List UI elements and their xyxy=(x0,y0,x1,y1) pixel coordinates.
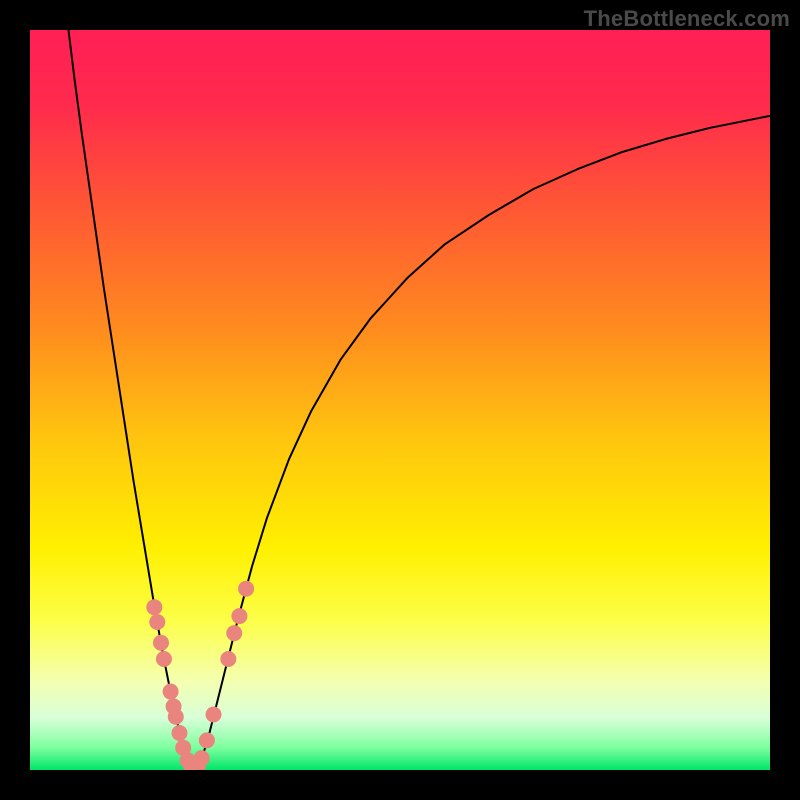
marker-point xyxy=(168,709,184,725)
marker-point xyxy=(194,750,210,766)
marker-point xyxy=(156,651,172,667)
plot-area xyxy=(30,30,770,770)
marker-point xyxy=(146,599,162,615)
watermark-text: TheBottleneck.com xyxy=(584,6,790,32)
chart-svg xyxy=(30,30,770,770)
marker-point xyxy=(149,614,165,630)
marker-point xyxy=(153,635,169,651)
marker-point xyxy=(226,625,242,641)
marker-point xyxy=(238,581,254,597)
marker-point xyxy=(220,651,236,667)
marker-point xyxy=(199,732,215,748)
chart-frame: TheBottleneck.com xyxy=(0,0,800,800)
marker-point xyxy=(163,684,179,700)
marker-point xyxy=(171,725,187,741)
marker-point xyxy=(206,707,222,723)
marker-point xyxy=(231,608,247,624)
